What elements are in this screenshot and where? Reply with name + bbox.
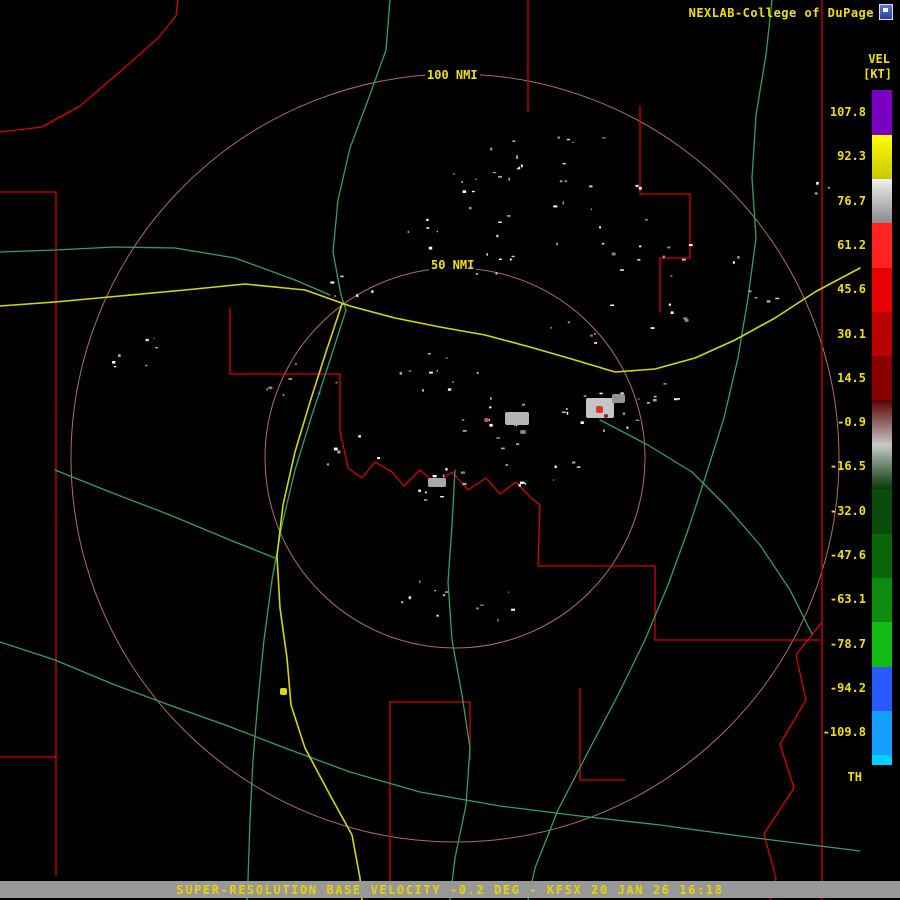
colorbar-segment [872, 489, 892, 534]
colorbar-tick: 45.6 [837, 282, 866, 297]
colorbar-segment [872, 755, 892, 765]
colorbar-segment [872, 135, 892, 179]
colorbar-tick: 92.3 [837, 149, 866, 164]
colorbar-units: [KT] [863, 67, 892, 81]
radar-display: 100 NMI 50 NMI NEXLAB-College of DuPage … [0, 0, 900, 900]
range-ring-label-100nmi: 100 NMI [425, 68, 480, 82]
colorbar-tick: -78.7 [829, 636, 866, 651]
colorbar-segment [872, 534, 892, 578]
range-ring-label-50nmi: 50 NMI [429, 258, 477, 272]
colorbar-tick: -0.9 [837, 415, 866, 430]
colorbar-title: VEL [868, 52, 890, 66]
colorbar-tick: -47.6 [829, 548, 866, 562]
brand-title: NEXLAB-College of DuPage [688, 6, 874, 20]
colorbar-segment [872, 90, 892, 135]
colorbar-segment [872, 622, 892, 667]
colorbar-tick: -63.1 [829, 592, 866, 607]
colorbar-tick: 30.1 [837, 326, 866, 341]
colorbar-tick: 107.8 [829, 105, 866, 119]
colorbar-segment [872, 667, 892, 711]
colorbar-segment [872, 312, 892, 356]
colorbar-tick: -16.5 [829, 459, 866, 474]
velocity-colorbar [872, 90, 892, 765]
colorbar-segment [872, 578, 892, 622]
radar-map [0, 0, 861, 900]
colorbar-tick: 76.7 [837, 193, 866, 208]
colorbar-tick: 61.2 [837, 237, 866, 252]
colorbar-tick: -109.8 [822, 725, 866, 740]
colorbar-segment [872, 445, 892, 489]
colorbar-segment [872, 223, 892, 268]
colorbar-threshold-label: TH [847, 770, 862, 784]
colorbar-tick: 14.5 [837, 370, 866, 385]
status-bar-text: SUPER-RESOLUTION BASE VELOCITY -0.2 DEG … [176, 882, 724, 897]
colorbar-tick: -94.2 [829, 680, 866, 695]
status-bar: SUPER-RESOLUTION BASE VELOCITY -0.2 DEG … [0, 881, 900, 898]
colorbar-segment [872, 400, 892, 445]
cod-logo-icon [879, 4, 893, 20]
colorbar-segment [872, 711, 892, 755]
colorbar-segment [872, 179, 892, 223]
colorbar-segment [872, 356, 892, 400]
colorbar-segment [872, 268, 892, 312]
colorbar-tick: -32.0 [829, 503, 866, 518]
